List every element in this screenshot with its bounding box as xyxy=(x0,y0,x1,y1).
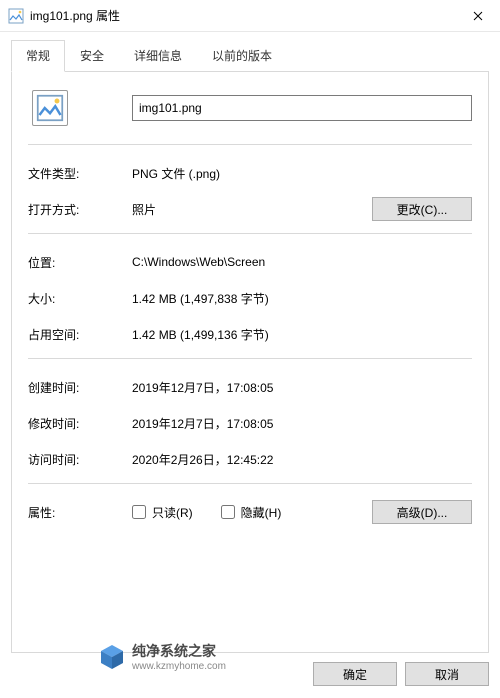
tab-bar: 常规 安全 详细信息 以前的版本 xyxy=(0,32,500,72)
file-type-label: 文件类型: xyxy=(28,165,132,182)
location-value: C:\Windows\Web\Screen xyxy=(132,255,472,269)
size-label: 大小: xyxy=(28,290,132,307)
tab-details[interactable]: 详细信息 xyxy=(119,40,197,72)
hidden-checkbox[interactable]: 隐藏(H) xyxy=(221,504,282,521)
accessed-value: 2020年2月26日，12:45:22 xyxy=(132,451,472,468)
size-on-disk-value: 1.42 MB (1,499,136 字节) xyxy=(132,326,472,343)
file-type-icon xyxy=(32,90,68,126)
tab-label: 安全 xyxy=(80,49,104,63)
size-on-disk-label: 占用空间: xyxy=(28,326,132,343)
tab-security[interactable]: 安全 xyxy=(65,40,119,72)
file-png-icon xyxy=(8,8,24,24)
readonly-checkbox[interactable]: 只读(R) xyxy=(132,504,193,521)
divider xyxy=(28,144,472,145)
file-type-value: PNG 文件 (.png) xyxy=(132,165,472,182)
tab-label: 以前的版本 xyxy=(212,49,272,63)
accessed-label: 访问时间: xyxy=(28,451,132,468)
hidden-label: 隐藏(H) xyxy=(241,504,282,521)
divider xyxy=(28,483,472,484)
modified-label: 修改时间: xyxy=(28,415,132,432)
location-label: 位置: xyxy=(28,254,132,271)
close-button[interactable] xyxy=(456,0,500,32)
tab-general[interactable]: 常规 xyxy=(11,40,65,72)
brand-url: www.kzmyhome.com xyxy=(132,661,226,672)
ok-button[interactable]: 确定 xyxy=(313,662,397,686)
divider xyxy=(28,233,472,234)
cancel-button[interactable]: 取消 xyxy=(405,662,489,686)
content-panel: 文件类型: PNG 文件 (.png) 打开方式: 照片 更改(C)... 位置… xyxy=(11,71,489,653)
titlebar: img101.png 属性 xyxy=(0,0,500,32)
created-value: 2019年12月7日，17:08:05 xyxy=(132,379,472,396)
tab-previous-versions[interactable]: 以前的版本 xyxy=(197,40,287,72)
opens-with-value: 照片 xyxy=(132,201,372,218)
change-button[interactable]: 更改(C)... xyxy=(372,197,472,221)
advanced-button[interactable]: 高级(D)... xyxy=(372,500,472,524)
attributes-label: 属性: xyxy=(28,504,132,521)
dialog-footer: 确定 取消 xyxy=(313,662,489,686)
window-title: img101.png 属性 xyxy=(30,7,456,24)
opens-with-label: 打开方式: xyxy=(28,201,132,218)
readonly-label: 只读(R) xyxy=(152,504,193,521)
tab-label: 常规 xyxy=(26,49,50,63)
size-value: 1.42 MB (1,497,838 字节) xyxy=(132,290,472,307)
tab-label: 详细信息 xyxy=(134,49,182,63)
modified-value: 2019年12月7日，17:08:05 xyxy=(132,415,472,432)
watermark xyxy=(12,600,488,656)
divider xyxy=(28,358,472,359)
filename-input[interactable] xyxy=(132,95,472,121)
hidden-checkbox-input[interactable] xyxy=(221,505,235,519)
created-label: 创建时间: xyxy=(28,379,132,396)
readonly-checkbox-input[interactable] xyxy=(132,505,146,519)
